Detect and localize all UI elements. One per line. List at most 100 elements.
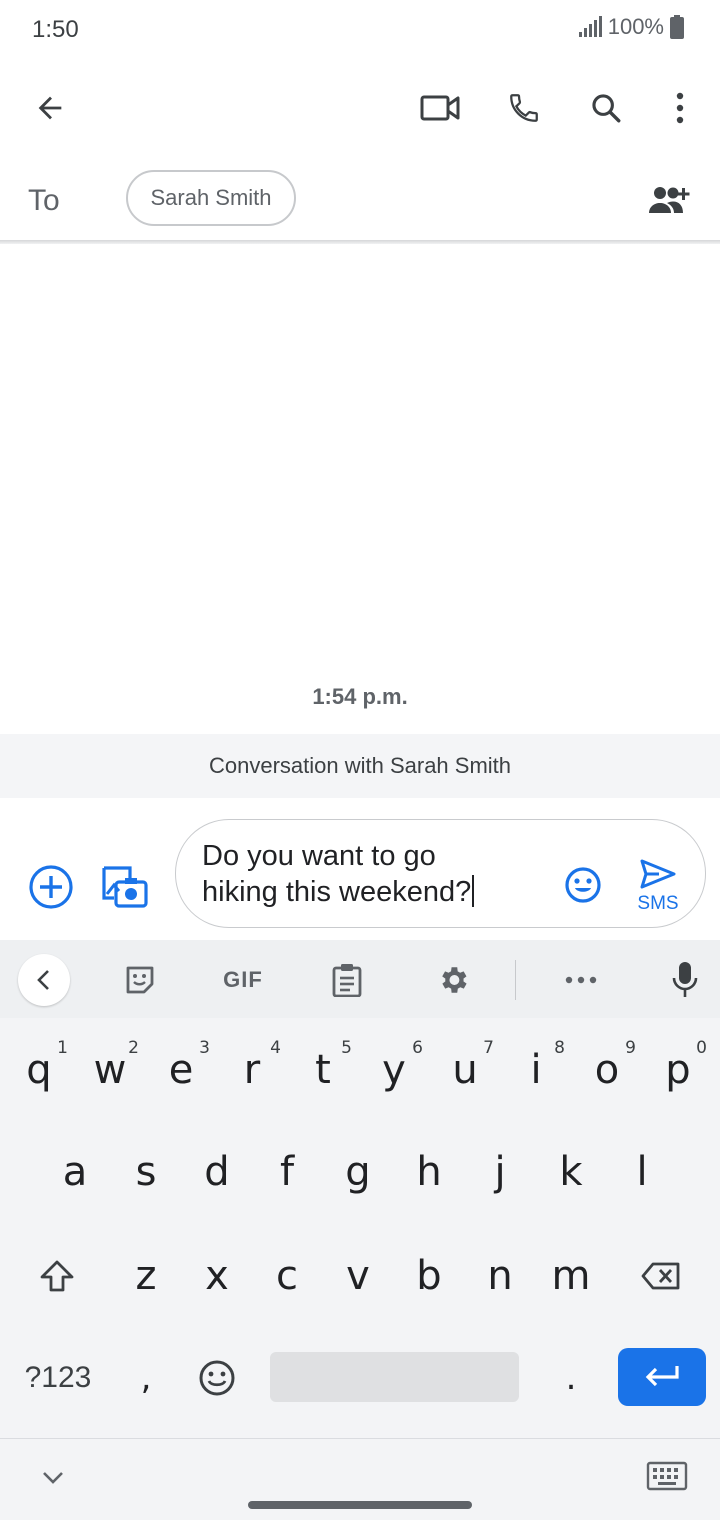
add-circle-icon bbox=[29, 865, 73, 909]
status-time: 1:50 bbox=[32, 16, 79, 43]
voice-input-button[interactable] bbox=[660, 954, 710, 1006]
keyboard-toolbar: GIF bbox=[0, 940, 720, 1018]
gallery-camera-button[interactable] bbox=[100, 864, 148, 912]
emoji-icon bbox=[565, 867, 601, 903]
key-label: e bbox=[168, 1047, 194, 1093]
phone-call-button[interactable] bbox=[494, 78, 554, 138]
search-button[interactable] bbox=[576, 78, 636, 138]
message-input[interactable]: Do you want to go hiking this weekend? S… bbox=[175, 819, 706, 928]
key-w[interactable]: w2 bbox=[75, 1024, 145, 1116]
key-y[interactable]: y6 bbox=[359, 1024, 429, 1116]
key-p[interactable]: p0 bbox=[643, 1024, 713, 1116]
key-b[interactable]: b bbox=[394, 1230, 464, 1322]
sticker-icon bbox=[126, 966, 154, 994]
recipient-chip[interactable]: Sarah Smith bbox=[126, 170, 296, 226]
message-text-line1: Do you want to go bbox=[202, 840, 436, 872]
key-label: u bbox=[452, 1047, 478, 1093]
key-x[interactable]: x bbox=[182, 1230, 252, 1322]
key-label: p bbox=[665, 1047, 691, 1093]
key-label: t bbox=[315, 1047, 331, 1093]
key-d[interactable]: d bbox=[182, 1126, 252, 1218]
key-m[interactable]: m bbox=[536, 1230, 606, 1322]
keyboard: q1 w2 e3 r4 t5 y6 u7 i8 o9 p0 a s d f g … bbox=[0, 1018, 720, 1438]
key-label: q bbox=[26, 1047, 52, 1093]
enter-icon bbox=[645, 1366, 679, 1387]
key-c[interactable]: c bbox=[252, 1230, 322, 1322]
key-n[interactable]: n bbox=[465, 1230, 535, 1322]
key-a[interactable]: a bbox=[40, 1126, 110, 1218]
message-text: Do you want to go hiking this weekend? bbox=[202, 838, 542, 910]
key-hint: 7 bbox=[483, 1038, 494, 1058]
key-label: r bbox=[243, 1047, 261, 1093]
key-label: o bbox=[594, 1047, 620, 1093]
send-sms-button[interactable]: SMS bbox=[628, 858, 688, 918]
to-label: To bbox=[28, 184, 60, 217]
key-e[interactable]: e3 bbox=[146, 1024, 216, 1116]
key-q[interactable]: q1 bbox=[4, 1024, 74, 1116]
symbols-key[interactable]: ?123 bbox=[10, 1354, 106, 1402]
recipient-row: To Sarah Smith bbox=[0, 160, 720, 242]
key-t[interactable]: t5 bbox=[288, 1024, 358, 1116]
arrow-back-icon bbox=[38, 96, 62, 120]
key-h[interactable]: h bbox=[394, 1126, 464, 1218]
key-j[interactable]: j bbox=[465, 1126, 535, 1218]
mic-icon bbox=[672, 962, 698, 997]
send-icon bbox=[640, 859, 676, 889]
key-i[interactable]: i8 bbox=[501, 1024, 571, 1116]
hide-keyboard-button[interactable] bbox=[36, 1465, 70, 1491]
header-divider bbox=[0, 240, 720, 244]
comma-key[interactable]: , bbox=[111, 1332, 181, 1424]
key-f[interactable]: f bbox=[252, 1126, 322, 1218]
search-icon bbox=[592, 94, 621, 123]
clipboard-icon bbox=[332, 964, 362, 997]
key-z[interactable]: z bbox=[111, 1230, 181, 1322]
video-call-button[interactable] bbox=[410, 78, 470, 138]
key-label: w bbox=[93, 1047, 127, 1093]
key-hint: 5 bbox=[341, 1038, 352, 1058]
keyboard-back-button[interactable] bbox=[18, 954, 70, 1006]
key-hint: 3 bbox=[199, 1038, 210, 1058]
key-l[interactable]: l bbox=[607, 1126, 677, 1218]
gif-button[interactable]: GIF bbox=[216, 954, 270, 1006]
add-people-button[interactable] bbox=[644, 176, 696, 224]
more-tools-button[interactable] bbox=[556, 954, 606, 1006]
compose-area: Do you want to go hiking this weekend? S… bbox=[0, 800, 720, 940]
emoji-icon bbox=[199, 1360, 235, 1396]
key-u[interactable]: u7 bbox=[430, 1024, 500, 1116]
switch-keyboard-button[interactable] bbox=[646, 1461, 688, 1495]
emoji-key[interactable] bbox=[182, 1332, 252, 1424]
backspace-icon bbox=[641, 1262, 680, 1290]
status-indicators: 100% bbox=[578, 14, 684, 40]
key-o[interactable]: o9 bbox=[572, 1024, 642, 1116]
chevron-down-icon bbox=[43, 1472, 63, 1484]
space-key[interactable] bbox=[270, 1352, 519, 1402]
message-text-line2: hiking this weekend? bbox=[202, 876, 472, 908]
home-gesture-bar[interactable] bbox=[248, 1501, 472, 1509]
key-g[interactable]: g bbox=[323, 1126, 393, 1218]
more-options-button[interactable] bbox=[650, 78, 710, 138]
photo-camera-icon bbox=[102, 866, 148, 908]
message-timestamp: 1:54 p.m. bbox=[312, 684, 408, 709]
key-r[interactable]: r4 bbox=[217, 1024, 287, 1116]
period-key[interactable]: . bbox=[536, 1332, 606, 1424]
shift-icon bbox=[40, 1260, 74, 1292]
key-k[interactable]: k bbox=[536, 1126, 606, 1218]
key-s[interactable]: s bbox=[111, 1126, 181, 1218]
settings-button[interactable] bbox=[428, 954, 478, 1006]
backspace-key[interactable] bbox=[626, 1230, 696, 1322]
emoji-button[interactable] bbox=[564, 866, 602, 904]
chevron-left-icon bbox=[37, 970, 49, 990]
enter-key[interactable] bbox=[618, 1348, 706, 1406]
key-hint: 9 bbox=[625, 1038, 636, 1058]
key-hint: 4 bbox=[270, 1038, 281, 1058]
back-button[interactable] bbox=[20, 78, 80, 138]
key-v[interactable]: v bbox=[323, 1230, 393, 1322]
attach-button[interactable] bbox=[28, 864, 74, 910]
more-vert-icon bbox=[676, 92, 684, 124]
shift-key[interactable] bbox=[22, 1230, 92, 1322]
battery-icon bbox=[670, 15, 684, 39]
key-label: i bbox=[530, 1047, 542, 1093]
key-hint: 1 bbox=[57, 1038, 68, 1058]
sticker-button[interactable] bbox=[116, 954, 164, 1006]
clipboard-button[interactable] bbox=[322, 954, 372, 1006]
